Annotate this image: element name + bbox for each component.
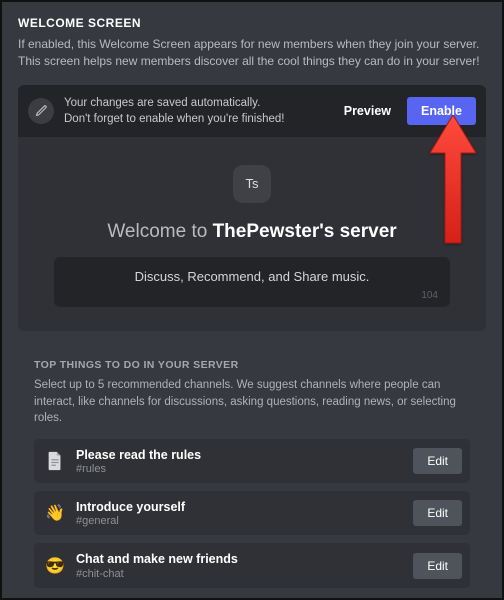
notice-text: Your changes are saved automatically. Do…: [64, 95, 326, 127]
sunglasses-icon: 😎: [44, 555, 66, 577]
edit-button[interactable]: Edit: [413, 553, 462, 579]
enable-button[interactable]: Enable: [407, 97, 476, 125]
page-title: WELCOME SCREEN: [18, 16, 486, 30]
channel-row: 👋 Introduce yourself #general Edit: [34, 491, 470, 535]
channel-row: 😎 Chat and make new friends #chit-chat E…: [34, 543, 470, 587]
channel-row-channel: #chit-chat: [76, 568, 403, 580]
server-name: ThePewster's server: [213, 221, 397, 242]
channel-row: Please read the rules #rules Edit: [34, 439, 470, 483]
channel-row-channel: #rules: [76, 463, 403, 475]
document-icon: [44, 450, 66, 472]
notice-line-1: Your changes are saved automatically.: [64, 95, 326, 111]
description-input[interactable]: Discuss, Recommend, and Share music. 104: [54, 257, 450, 307]
top-things-description: Select up to 5 recommended channels. We …: [34, 377, 470, 427]
description-text: Discuss, Recommend, and Share music.: [66, 269, 438, 284]
channel-row-channel: #general: [76, 515, 403, 527]
pencil-icon: [28, 98, 54, 124]
page-subtitle: If enabled, this Welcome Screen appears …: [18, 36, 486, 71]
edit-button[interactable]: Edit: [413, 448, 462, 474]
notice-line-2: Don't forget to enable when you're finis…: [64, 111, 326, 127]
preview-button[interactable]: Preview: [336, 98, 399, 124]
welcome-heading: Welcome to ThePewster's server: [34, 221, 470, 243]
edit-button[interactable]: Edit: [413, 500, 462, 526]
char-counter: 104: [66, 290, 438, 301]
channel-row-title: Please read the rules: [76, 447, 403, 463]
channel-row-title: Chat and make new friends: [76, 551, 403, 567]
server-avatar: Ts: [233, 165, 271, 203]
welcome-prefix: Welcome to: [107, 221, 212, 242]
welcome-panel: Your changes are saved automatically. Do…: [18, 85, 486, 331]
channel-row-title: Introduce yourself: [76, 499, 403, 515]
autosave-notice: Your changes are saved automatically. Do…: [18, 85, 486, 137]
top-things-heading: TOP THINGS TO DO IN YOUR SERVER: [34, 359, 470, 371]
wave-icon: 👋: [44, 502, 66, 524]
